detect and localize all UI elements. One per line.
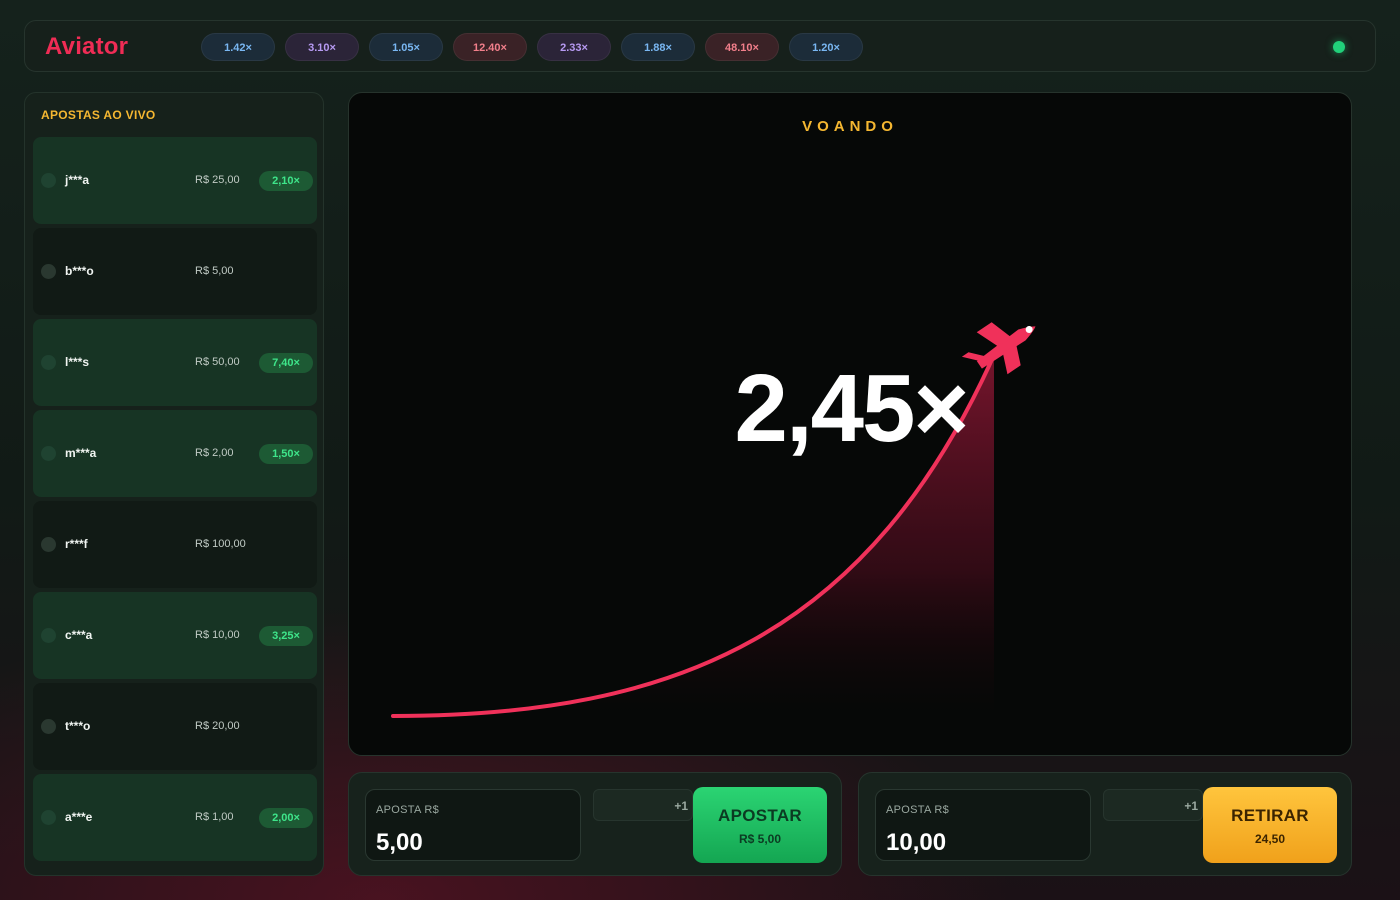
bet-user: b***o	[65, 264, 94, 278]
bet-user: r***f	[65, 537, 88, 551]
bet-amount: R$ 25,00	[195, 174, 240, 186]
bet-amount-label: APOSTA R$	[376, 804, 440, 816]
bet-amount-label: APOSTA R$	[886, 804, 950, 816]
bet-user: a***e	[65, 810, 93, 824]
avatar	[41, 719, 56, 734]
top-bar: Aviator 1.42× 3.10× 1.05× 12.40× 2.33× 1…	[24, 20, 1376, 72]
round-history: 1.42× 3.10× 1.05× 12.40× 2.33× 1.88× 48.…	[201, 33, 863, 61]
live-bets-list: j***a R$ 25,00 2,10× b***o R$ 5,00 l***s…	[33, 137, 317, 865]
bet-row: m***a R$ 2,00 1,50×	[33, 410, 317, 497]
connection-status-indicator	[1333, 41, 1345, 53]
avatar	[41, 810, 56, 825]
bet-row: b***o R$ 5,00	[33, 228, 317, 315]
bet-amount: R$ 100,00	[195, 538, 246, 550]
cashout-button[interactable]: RETIRAR 24,50	[1203, 787, 1337, 863]
history-chip[interactable]: 12.40×	[453, 33, 527, 61]
avatar	[41, 537, 56, 552]
bet-row: a***e R$ 1,00 2,00×	[33, 774, 317, 861]
bet-panel-1: APOSTA R$ 5,00 +1 APOSTAR R$ 5,00	[348, 772, 842, 876]
bet-user: m***a	[65, 446, 97, 460]
live-bets-title: APOSTAS AO VIVO	[41, 108, 156, 122]
history-chip[interactable]: 1.05×	[369, 33, 443, 61]
cashout-multiplier-badge: 7,40×	[259, 353, 313, 373]
bet-amount: R$ 1,00	[195, 811, 234, 823]
increment-bet-button[interactable]: +1	[1103, 789, 1203, 821]
bet-amount: R$ 5,00	[195, 265, 234, 277]
bet-user: j***a	[65, 173, 90, 187]
bet-amount-value[interactable]: 5,00	[376, 829, 423, 857]
cashout-multiplier-badge: 3,25×	[259, 626, 313, 646]
bet-user: t***o	[65, 719, 91, 733]
history-chip[interactable]: 1.88×	[621, 33, 695, 61]
bet-row: l***s R$ 50,00 7,40×	[33, 319, 317, 406]
cashout-multiplier-badge: 1,50×	[259, 444, 313, 464]
bet-amount-value[interactable]: 10,00	[886, 829, 946, 857]
bet-amount: R$ 10,00	[195, 629, 240, 641]
avatar	[41, 173, 56, 188]
bet-row: r***f R$ 100,00	[33, 501, 317, 588]
avatar	[41, 628, 56, 643]
cashout-amount: 24,50	[1254, 832, 1286, 846]
avatar	[41, 355, 56, 370]
bet-user: c***a	[65, 628, 93, 642]
avatar	[41, 264, 56, 279]
history-chip[interactable]: 48.10×	[705, 33, 779, 61]
bet-amount: R$ 50,00	[195, 356, 240, 368]
game-canvas: VOANDO 2,45×	[348, 92, 1352, 756]
avatar	[41, 446, 56, 461]
bet-row: c***a R$ 10,00 3,25×	[33, 592, 317, 679]
app-logo[interactable]: Aviator	[45, 33, 128, 61]
cashout-multiplier-badge: 2,10×	[259, 171, 313, 191]
current-multiplier: 2,45×	[734, 355, 970, 462]
history-chip[interactable]: 1.42×	[201, 33, 275, 61]
place-bet-button[interactable]: APOSTAR R$ 5,00	[693, 787, 827, 863]
bet-user: l***s	[65, 355, 90, 369]
place-bet-label: APOSTAR	[718, 806, 802, 825]
history-chip[interactable]: 1.20×	[789, 33, 863, 61]
cashout-label: RETIRAR	[1231, 806, 1309, 825]
bet-panel-2: APOSTA R$ 10,00 +1 RETIRAR 24,50	[858, 772, 1352, 876]
place-bet-amount: R$ 5,00	[738, 832, 782, 846]
bet-amount: R$ 20,00	[195, 720, 240, 732]
history-chip[interactable]: 3.10×	[285, 33, 359, 61]
bet-amount-field[interactable]: APOSTA R$ 5,00	[365, 789, 581, 861]
increment-bet-button[interactable]: +1	[593, 789, 693, 821]
bet-row: t***o R$ 20,00	[33, 683, 317, 770]
cashout-multiplier-badge: 2,00×	[259, 808, 313, 828]
bet-amount: R$ 2,00	[195, 447, 234, 459]
live-bets-panel: APOSTAS AO VIVO j***a R$ 25,00 2,10× b**…	[24, 92, 324, 876]
bet-amount-field[interactable]: APOSTA R$ 10,00	[875, 789, 1091, 861]
history-chip[interactable]: 2.33×	[537, 33, 611, 61]
bet-row: j***a R$ 25,00 2,10×	[33, 137, 317, 224]
